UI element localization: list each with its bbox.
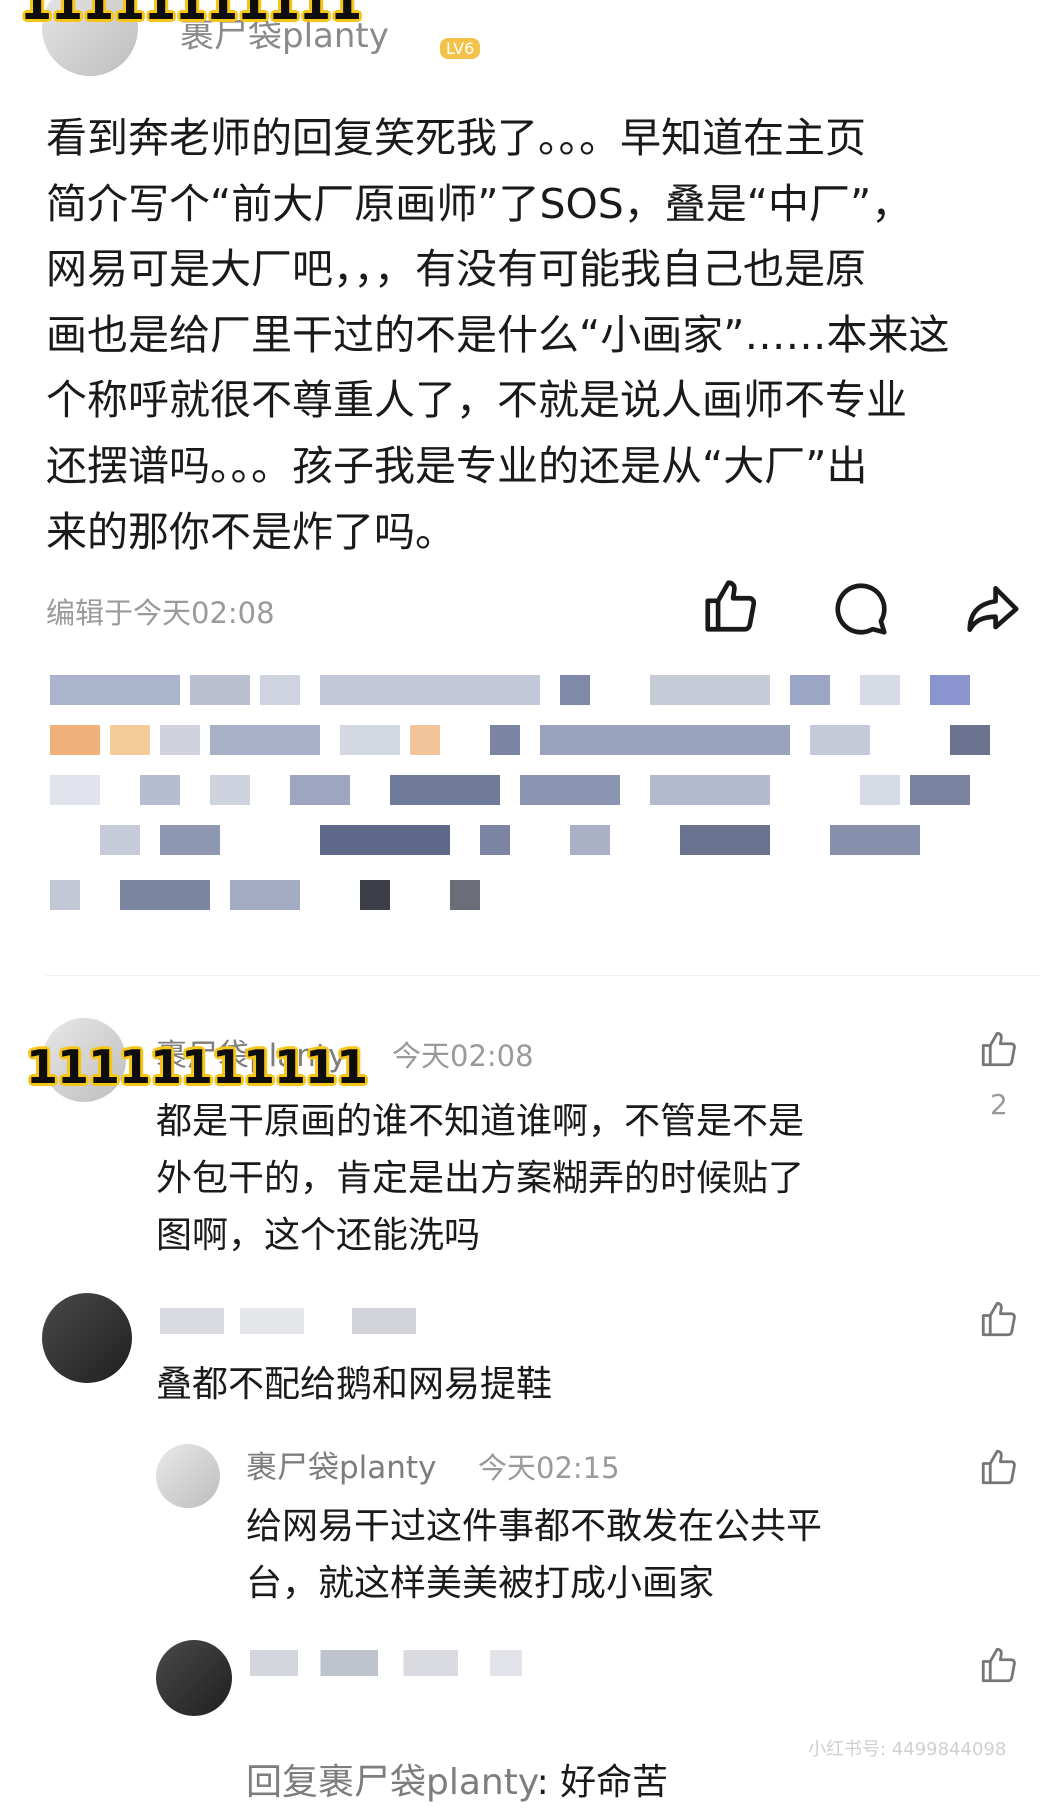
- thumbs-up-icon: [978, 1446, 1020, 1488]
- reply-like-button[interactable]: [978, 1446, 1020, 1488]
- comment-button[interactable]: [830, 578, 892, 640]
- thumbs-up-icon: [700, 575, 762, 637]
- thumbs-up-icon: [978, 1298, 1020, 1340]
- comment-avatar[interactable]: [42, 1293, 132, 1383]
- share-icon: [962, 578, 1024, 640]
- reply-author-name[interactable]: 裹尸袋planty: [246, 1442, 436, 1487]
- comment-text: 都是干原画的谁不知道谁啊，不管是不是 外包干的，肯定是出方案糊弄的时候贴了 图啊…: [156, 1101, 805, 1256]
- reply-avatar[interactable]: [156, 1640, 232, 1716]
- post-body: 看到奔老师的回复笑死我了。。。早知道在主页 简介写个“前大厂原画师”了SOS，叠…: [46, 114, 950, 556]
- comment-like-button[interactable]: [978, 1298, 1020, 1340]
- thumbs-up-icon: [978, 1644, 1020, 1686]
- reply-text: 给网易干过这件事都不敢发在公共平 台，就这样美美被打成小画家: [246, 1506, 823, 1604]
- reply-time: 今天02:15: [478, 1451, 620, 1485]
- watermark-top: 11111111111: [20, 0, 362, 30]
- reply-body: : 好命苦: [536, 1762, 669, 1803]
- comment-like-button[interactable]: [978, 1028, 1020, 1070]
- comment-time: 今天02:08: [392, 1039, 534, 1073]
- watermark-comment: 11111111111: [26, 1040, 368, 1094]
- comment-like-count: 2: [990, 1088, 1008, 1121]
- reply-avatar[interactable]: [156, 1444, 220, 1508]
- censored-author-name: [160, 1308, 480, 1334]
- thumbs-up-icon: [978, 1028, 1020, 1070]
- footer-watermark: 小红书号: 4499844098: [808, 1739, 1007, 1760]
- comment-text: 叠都不配给鹅和网易提鞋: [156, 1364, 553, 1405]
- author-level-badge: LV6: [440, 38, 481, 59]
- divider: [46, 975, 1040, 976]
- pixelated-censored-area: [50, 665, 1025, 950]
- post-edited-time: 编辑于今天02:08: [46, 596, 275, 630]
- like-button[interactable]: [700, 575, 762, 637]
- reply-to-name[interactable]: 裹尸袋planty: [318, 1762, 537, 1803]
- reply-like-button[interactable]: [978, 1644, 1020, 1686]
- comment-icon: [830, 578, 892, 640]
- share-button[interactable]: [962, 578, 1024, 640]
- reply-prefix: 回复: [246, 1762, 319, 1803]
- censored-author-name: [250, 1650, 570, 1676]
- reply-text: 回复裹尸袋planty: 好命苦: [246, 1697, 668, 1811]
